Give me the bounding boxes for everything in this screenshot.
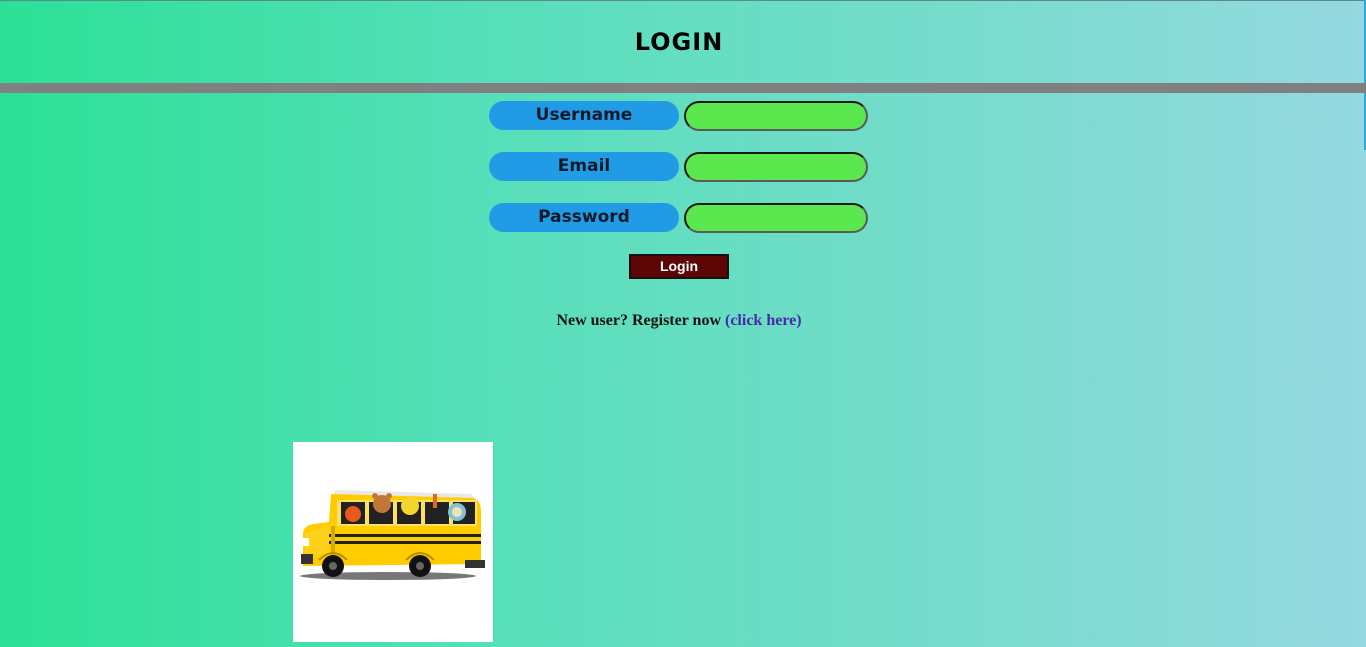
username-field[interactable] [684, 101, 868, 131]
email-label: Email [489, 152, 679, 181]
register-link[interactable]: (click here) [725, 312, 802, 329]
register-prompt: New user? Register now (click here) [0, 312, 1358, 330]
page-header: Login [0, 0, 1366, 83]
school-bus-image [293, 442, 493, 642]
register-text: New user? Register now [556, 312, 721, 329]
username-label: Username [489, 101, 679, 130]
page-title: Login [634, 19, 724, 59]
school-bus-icon [300, 490, 485, 580]
password-field[interactable] [684, 203, 868, 233]
login-button[interactable]: Login [629, 254, 729, 279]
header-divider [0, 83, 1366, 93]
password-label: Password [489, 203, 679, 232]
email-field[interactable] [684, 152, 868, 182]
